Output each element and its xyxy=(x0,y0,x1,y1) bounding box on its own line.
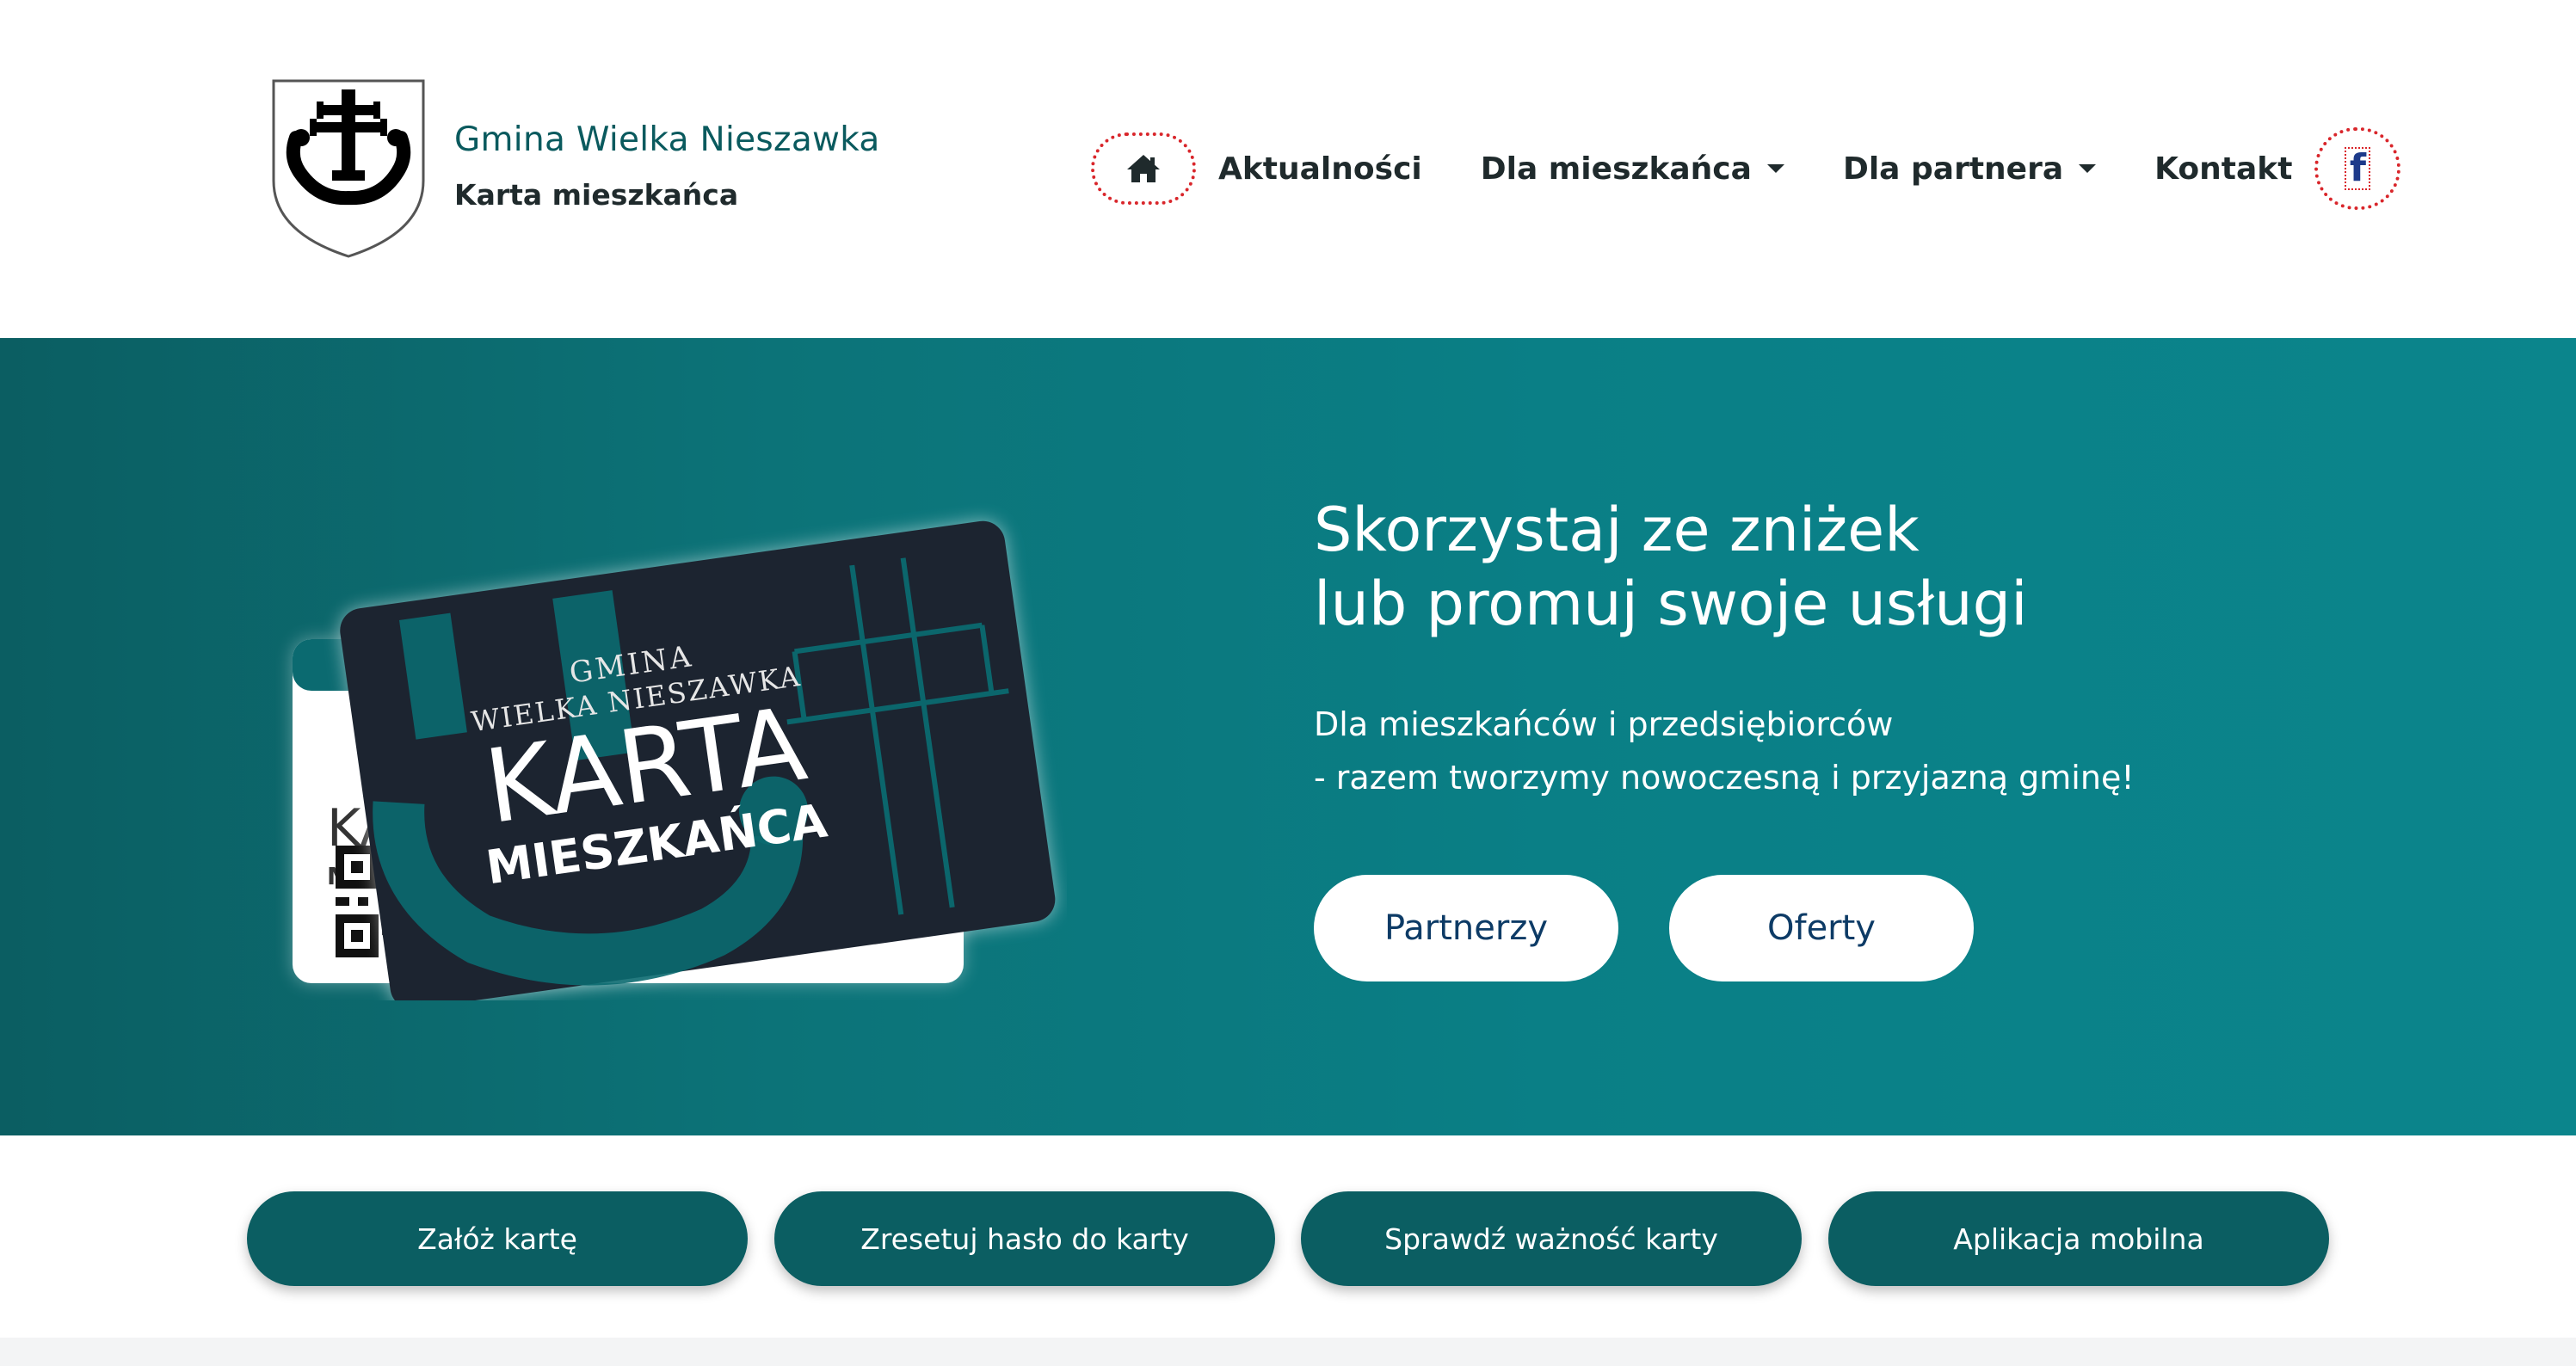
resident-card-illustration: KA MIE xyxy=(293,520,1056,1000)
site-header: Gmina Wielka Nieszawka Karta mieszkańca … xyxy=(0,0,2576,338)
footer-strip xyxy=(0,1338,2576,1366)
brand-subtitle: Karta mieszkańca xyxy=(454,178,739,212)
nav-kontakt-label: Kontakt xyxy=(2154,151,2293,187)
create-card-button[interactable]: Załóż kartę xyxy=(247,1191,748,1286)
brand: Gmina Wielka Nieszawka Karta mieszkańca xyxy=(454,120,880,212)
nav-dla-mieszkanca[interactable]: Dla mieszkańca xyxy=(1481,151,1784,187)
brand-name: Gmina Wielka Nieszawka xyxy=(454,120,880,159)
nav-aktualnosci-label: Aktualności xyxy=(1218,151,1422,187)
facebook-button[interactable]: f xyxy=(2314,127,2401,210)
hero-description: Dla mieszkańców i przedsiębiorców - raze… xyxy=(1314,698,2135,804)
coat-of-arms-icon xyxy=(272,79,425,258)
quick-actions: Załóż kartę Zresetuj hasło do karty Spra… xyxy=(0,1135,2576,1338)
hero-description-line-2: - razem tworzymy nowoczesną i przyjazną … xyxy=(1314,759,2135,797)
home-icon xyxy=(1127,155,1160,182)
logo[interactable]: Gmina Wielka Nieszawka Karta mieszkańca xyxy=(270,77,879,260)
mobile-app-button[interactable]: Aplikacja mobilna xyxy=(1828,1191,2329,1286)
offers-button[interactable]: Oferty xyxy=(1669,875,1974,981)
facebook-icon: f xyxy=(2345,147,2371,190)
hero-banner: KA MIE xyxy=(0,338,2576,1135)
nav-dla-mieszkanca-label: Dla mieszkańca xyxy=(1480,151,1752,187)
hero-title: Skorzystaj ze zniżek lub promuj swoje us… xyxy=(1314,493,2028,641)
main-nav: Aktualności Dla mieszkańca Dla partnera … xyxy=(1091,127,2401,210)
reset-password-button[interactable]: Zresetuj hasło do karty xyxy=(774,1191,1275,1286)
hero-description-line-1: Dla mieszkańców i przedsiębiorców xyxy=(1314,705,1894,743)
partners-button[interactable]: Partnerzy xyxy=(1314,875,1618,981)
nav-kontakt[interactable]: Kontakt xyxy=(2154,151,2292,187)
hero-title-line-1: Skorzystaj ze zniżek xyxy=(1314,495,1920,565)
nav-dla-partnera-label: Dla partnera xyxy=(1842,151,2064,187)
nav-aktualnosci[interactable]: Aktualności xyxy=(1218,151,1422,187)
chevron-down-icon xyxy=(2079,164,2097,173)
chevron-down-icon xyxy=(1766,164,1784,173)
home-button[interactable] xyxy=(1091,132,1196,205)
hero-title-line-2: lub promuj swoje usługi xyxy=(1314,569,2028,639)
check-validity-button[interactable]: Sprawdź ważność karty xyxy=(1301,1191,1802,1286)
nav-dla-partnera[interactable]: Dla partnera xyxy=(1842,151,2097,187)
